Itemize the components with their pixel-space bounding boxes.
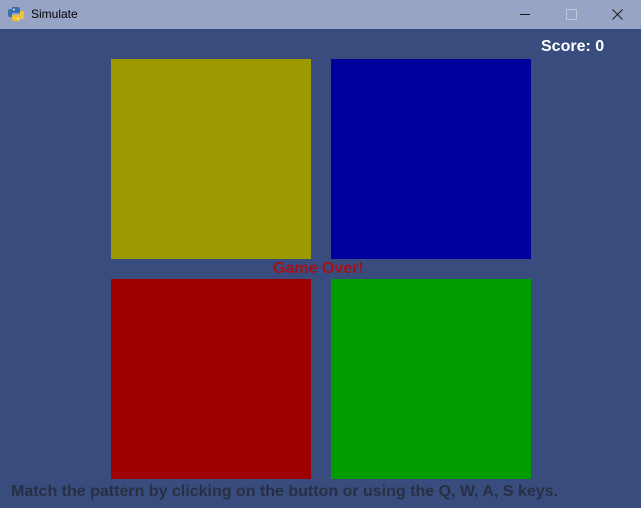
python-snake-icon	[8, 6, 24, 22]
app-window: Simulate Score: 0 Game Over! Match the p…	[0, 0, 641, 508]
minimize-icon	[520, 14, 530, 15]
game-over-message: Game Over!	[273, 260, 364, 277]
window-title: Simulate	[31, 7, 78, 21]
title-bar[interactable]: Simulate	[0, 0, 641, 29]
yellow-pad[interactable]	[111, 59, 311, 259]
close-button[interactable]	[595, 0, 641, 29]
minimize-button[interactable]	[503, 0, 549, 29]
maximize-icon	[566, 9, 577, 20]
maximize-button[interactable]	[549, 0, 595, 29]
blue-pad[interactable]	[331, 59, 531, 259]
game-canvas: Score: 0 Game Over! Match the pattern by…	[1, 29, 640, 508]
green-pad[interactable]	[331, 279, 531, 479]
red-pad[interactable]	[111, 279, 311, 479]
score-display: Score: 0	[541, 38, 605, 55]
instructions-text: Match the pattern by clicking on the but…	[11, 483, 559, 500]
close-icon	[612, 9, 623, 20]
